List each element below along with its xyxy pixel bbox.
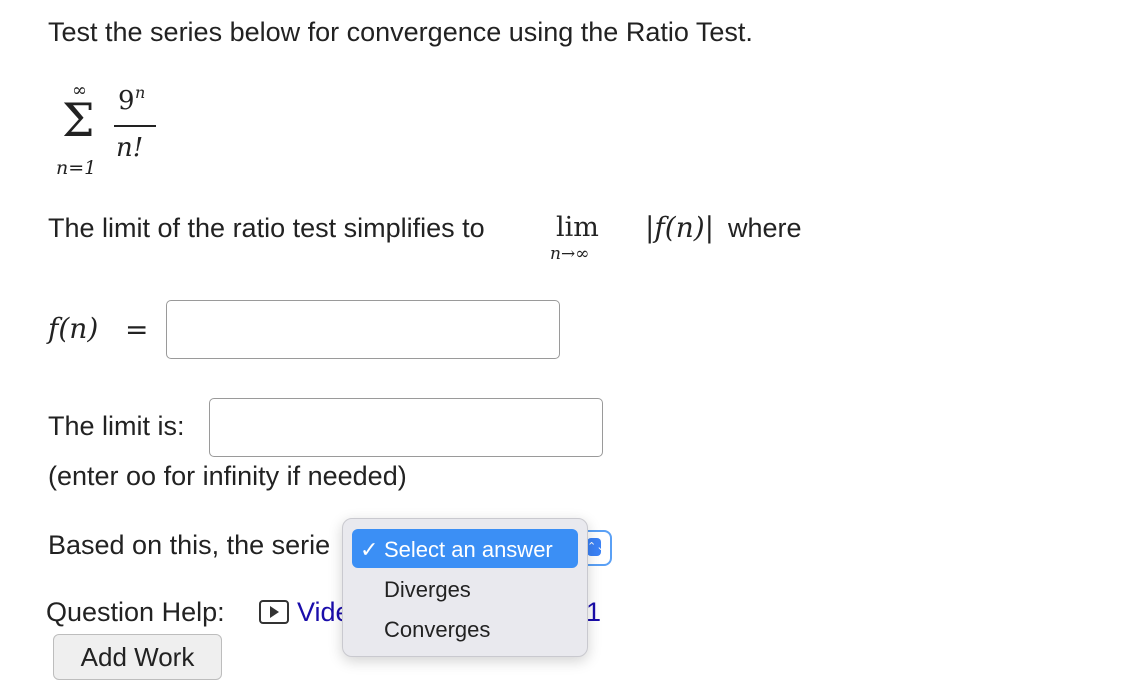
limit-sentence-lead: The limit of the ratio test simplifies t… xyxy=(48,213,485,243)
dropdown-option-diverges[interactable]: Diverges xyxy=(384,577,471,603)
fn-label: f(n) xyxy=(48,312,99,345)
equals-sign: = xyxy=(125,313,149,346)
limit-answer-input[interactable] xyxy=(209,398,603,457)
abs-f-of-n: |f(n)| xyxy=(645,211,715,244)
numerator-exponent: n xyxy=(135,83,146,102)
video-play-icon[interactable] xyxy=(259,600,289,624)
series-lower-limit: n=1 xyxy=(56,157,97,179)
limit-sentence-trail: where xyxy=(728,213,802,243)
fn-answer-input[interactable] xyxy=(166,300,560,359)
question-prompt: Test the series below for convergence us… xyxy=(48,17,753,47)
question-help-label: Question Help: xyxy=(46,597,225,627)
help-link-fragment[interactable]: 1 xyxy=(586,597,601,628)
sigma-symbol: Σ xyxy=(62,93,95,147)
select-arrows-icon: ⌃⌄ xyxy=(587,538,605,556)
fraction-bar xyxy=(114,125,156,127)
add-work-button[interactable]: Add Work xyxy=(53,634,222,680)
conclusion-text: Based on this, the serie xyxy=(48,530,331,560)
numerator-base: 9 xyxy=(118,86,135,116)
lim-subscript: n→∞ xyxy=(550,244,590,264)
limit-label: The limit is: xyxy=(48,411,185,441)
selected-check-icon: ✓ xyxy=(360,537,379,562)
denominator: n! xyxy=(116,133,144,163)
limit-hint: (enter oo for infinity if needed) xyxy=(48,461,407,491)
lim-operator: lim xyxy=(556,212,599,243)
dropdown-option-converges[interactable]: Converges xyxy=(384,617,490,643)
dropdown-option-select-an-answer[interactable]: Select an answer xyxy=(384,537,553,563)
